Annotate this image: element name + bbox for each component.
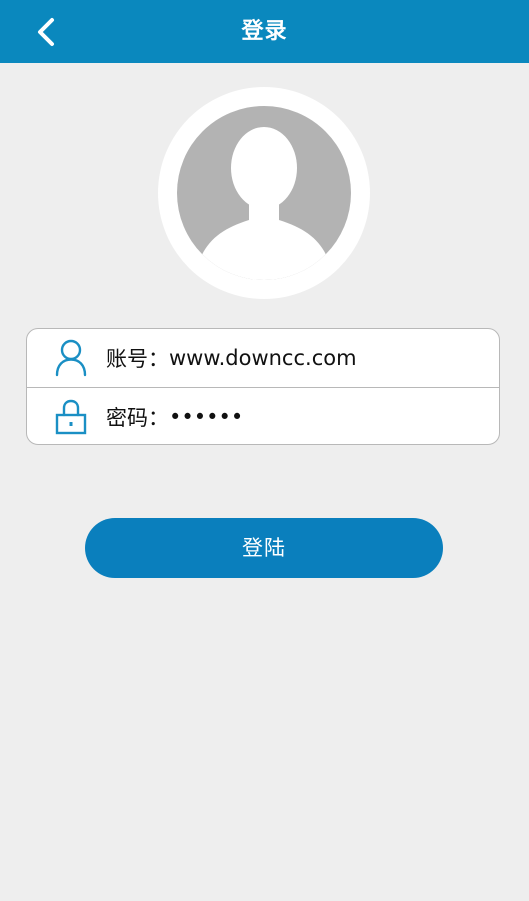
user-silhouette-icon (195, 127, 333, 280)
account-input[interactable]: www.downcc.com (169, 346, 357, 370)
login-form: 账号： www.downcc.com 密码： •••••• (26, 328, 500, 445)
page-title: 登录 (241, 19, 288, 44)
person-outline-icon (54, 339, 88, 377)
login-button[interactable]: 登陆 (85, 518, 443, 578)
password-label: 密码： (106, 406, 169, 430)
lock-icon (54, 398, 88, 436)
password-input[interactable]: •••••• (169, 405, 243, 429)
account-field[interactable]: 账号： www.downcc.com (27, 329, 499, 387)
header-bar: 登录 (0, 0, 529, 63)
password-field[interactable]: 密码： •••••• (27, 388, 499, 444)
avatar[interactable] (158, 87, 370, 299)
account-label: 账号： (106, 347, 169, 371)
avatar-image (177, 106, 351, 280)
